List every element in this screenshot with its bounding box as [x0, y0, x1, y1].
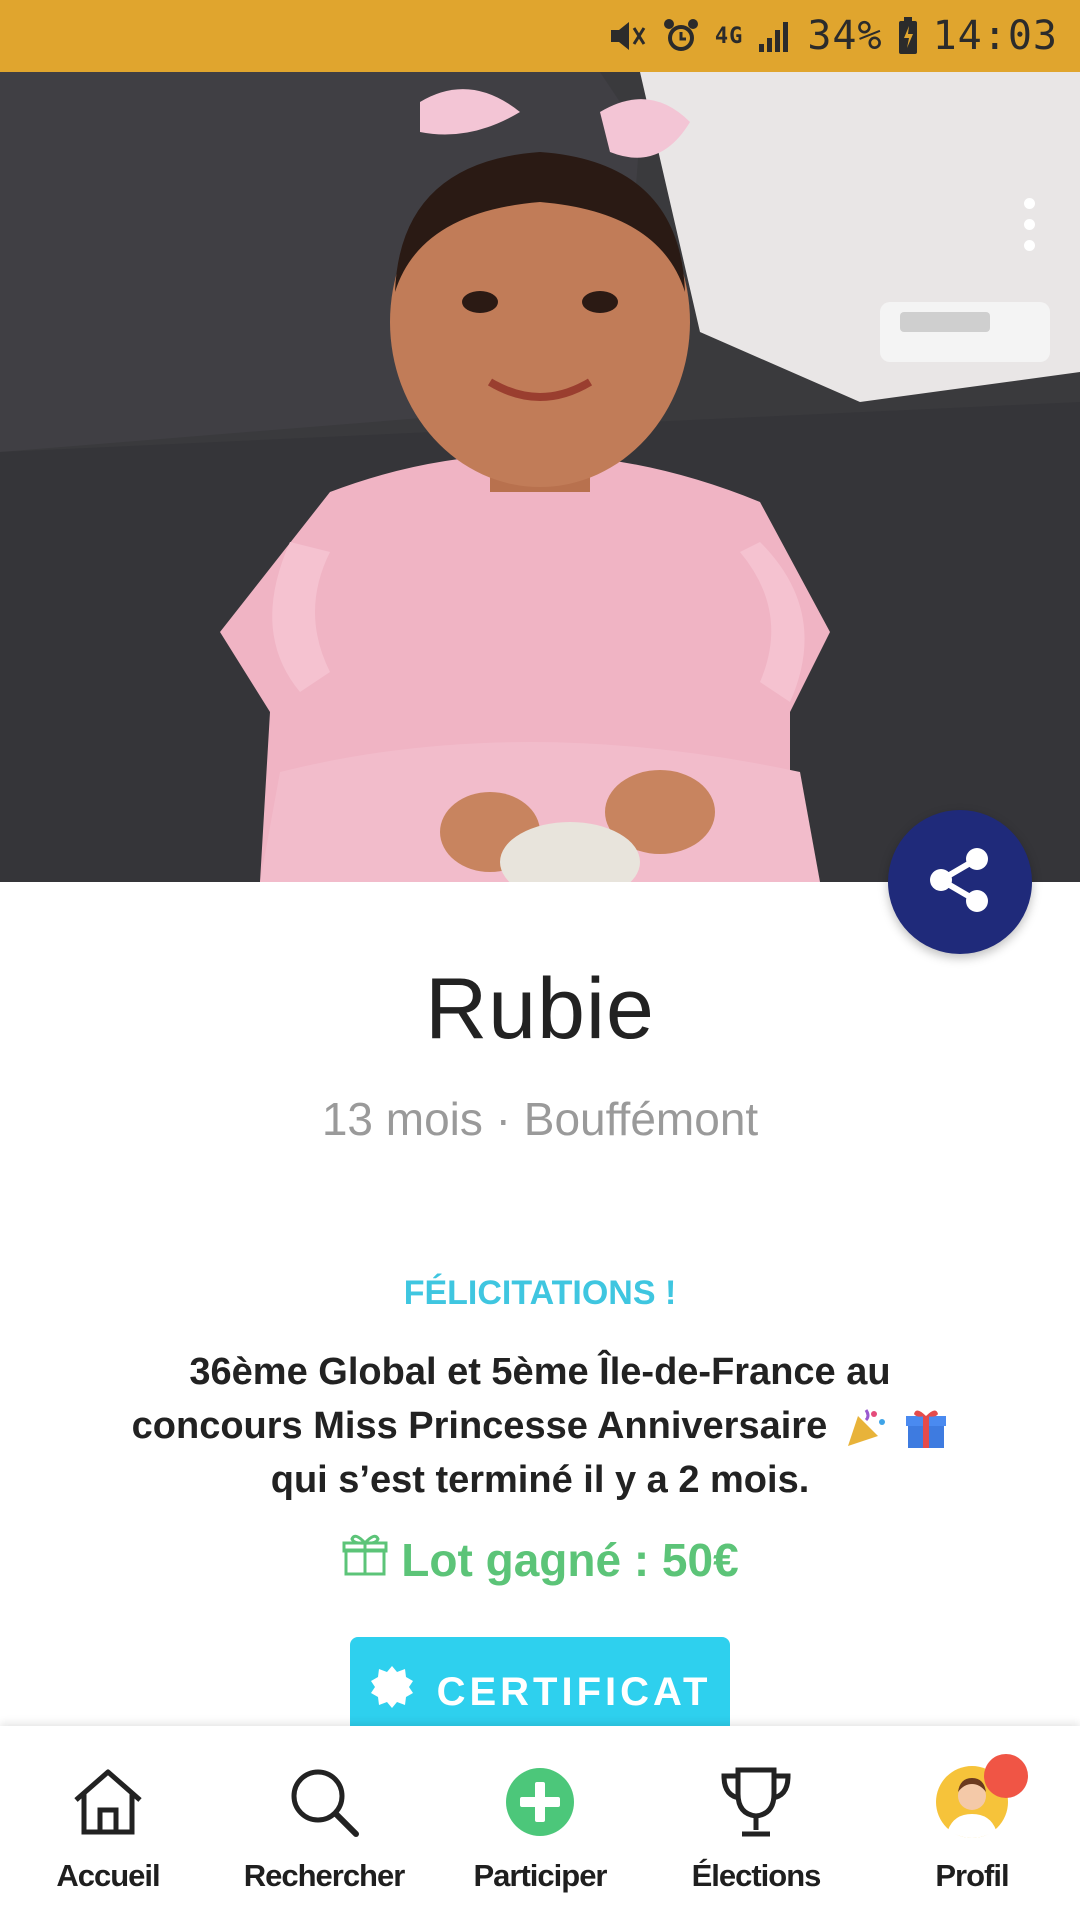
- more-options-button[interactable]: [1004, 184, 1054, 264]
- bottom-navigation: Accueil Rechercher Participer Élections …: [0, 1726, 1080, 1920]
- prize-text: Lot gagné : 50€: [401, 1533, 739, 1586]
- profile-meta: 13 mois · Bouffémont: [321, 1093, 759, 1145]
- status-bar-right: 4G 34% 14:03: [607, 0, 1058, 72]
- network-type: 4G: [714, 23, 744, 49]
- nav-item-elections[interactable]: Élections: [648, 1726, 864, 1920]
- search-icon: [286, 1762, 362, 1842]
- congrats-heading: FÉLICITATIONS !: [403, 1274, 677, 1312]
- status-bar: 4G 34% 14:03: [0, 0, 1080, 72]
- nav-label-accueil: Accueil: [56, 1858, 160, 1893]
- alarm-icon: [661, 16, 701, 56]
- nav-label-participer: Participer: [473, 1858, 607, 1893]
- nav-item-rechercher[interactable]: Rechercher: [216, 1726, 432, 1920]
- nav-label-profil: Profil: [935, 1858, 1009, 1893]
- mute-icon: [607, 16, 647, 56]
- notification-dot: [984, 1754, 1028, 1798]
- battery-percent: 34%: [807, 13, 883, 59]
- trophy-icon: [716, 1762, 796, 1842]
- badge-icon: [369, 1664, 415, 1720]
- gift-outline-icon: [341, 1530, 389, 1589]
- contest-result-line-1: 36ème Global et 5ème Île-de-France au: [189, 1351, 891, 1393]
- nav-item-profil[interactable]: Profil: [864, 1726, 1080, 1920]
- contest-result-line-2-text: concours Miss Princesse Anniversaire: [131, 1405, 828, 1447]
- share-icon: [925, 845, 995, 920]
- share-button[interactable]: [888, 810, 1032, 954]
- certificate-button-label: CERTIFICAT: [436, 1669, 712, 1714]
- clock: 14:03: [932, 13, 1058, 59]
- prize-row: Lot gagné : 50€: [0, 1530, 1080, 1589]
- battery-icon: [897, 16, 919, 56]
- contest-result-line-2: concours Miss Princesse Anniversaire: [80, 1399, 1000, 1453]
- nav-item-accueil[interactable]: Accueil: [0, 1726, 216, 1920]
- contest-result-line-3: qui s’est terminé il y a 2 mois.: [270, 1459, 810, 1501]
- nav-label-rechercher: Rechercher: [243, 1858, 406, 1893]
- profile-photo[interactable]: [0, 72, 1080, 882]
- contest-result: 36ème Global et 5ème Île-de-France au co…: [80, 1345, 1000, 1507]
- party-popper-icon: [844, 1406, 888, 1450]
- nav-item-participer[interactable]: Participer: [432, 1726, 648, 1920]
- home-icon: [70, 1762, 146, 1842]
- plus-circle-icon: [504, 1762, 576, 1842]
- nav-label-elections: Élections: [691, 1858, 822, 1893]
- gift-icon: [904, 1406, 948, 1450]
- profile-name: Rubie: [425, 961, 655, 1057]
- signal-icon: [757, 18, 793, 54]
